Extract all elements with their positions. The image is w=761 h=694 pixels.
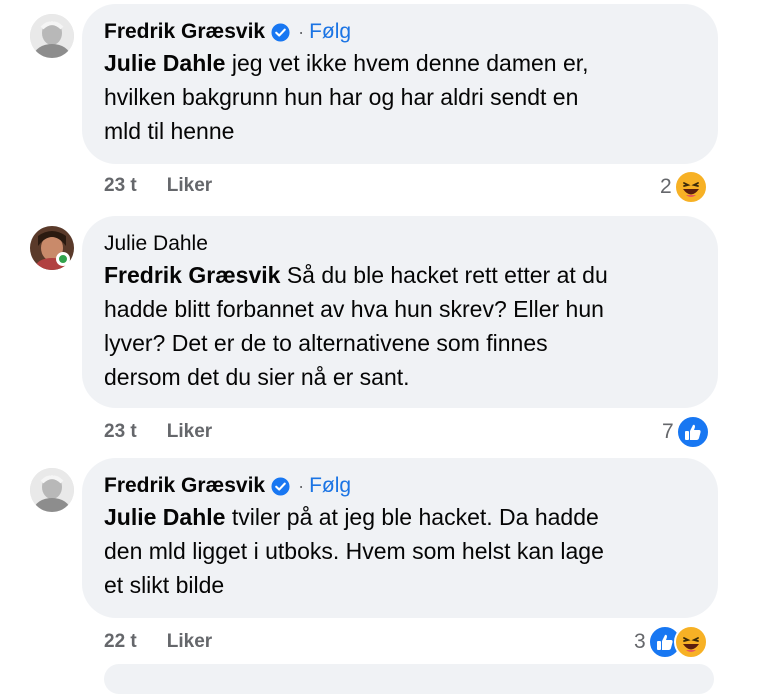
comment-text-line: Så du ble hacket rett etter at du [286,262,608,288]
comment-bubble: Fredrik Græsvik · Følg Julie Dahle tvile… [82,458,718,618]
comment-meta: 22 t Liker [104,631,212,653]
reaction-count: 2 [660,175,672,198]
comment-text-line: den mld ligget i utboks. Hvem som helst … [104,538,604,564]
like-button[interactable]: Liker [167,631,212,653]
comment-text-line: mld til henne [104,118,235,144]
comment-author[interactable]: Julie Dahle [104,230,208,258]
comment-text-line: jeg vet ikke hvem denne damen er, [231,50,589,76]
comment-bubble: Fredrik Græsvik · Følg Julie Dahle jeg v… [82,4,718,164]
comment-meta: 23 t Liker [104,175,212,197]
like-button[interactable]: Liker [167,421,212,443]
comment-timestamp[interactable]: 23 t [104,421,137,443]
comment-bubble: Julie Dahle Fredrik Græsvik Så du ble ha… [82,216,718,408]
reaction-summary[interactable]: 7 [662,415,710,449]
haha-icon [673,625,708,659]
mention-link[interactable]: Julie Dahle [104,50,225,76]
avatar[interactable] [30,14,74,58]
comment-meta: 23 t Liker [104,421,212,443]
follow-button[interactable]: Følg [309,18,351,46]
reaction-count: 3 [634,630,646,653]
mention-link[interactable]: Fredrik Græsvik [104,262,280,288]
comment-text-line: et slikt bilde [104,572,225,598]
comment-author[interactable]: Fredrik Græsvik [104,18,265,46]
reaction-count: 7 [662,420,674,443]
separator-dot: · [298,476,305,496]
avatar[interactable] [30,468,74,512]
comment-text-line: lyver? Det er de to alternativene som fi… [104,330,548,356]
comment-text-line: hadde blitt forbannet av hva hun skrev? … [104,296,604,322]
like-button[interactable]: Liker [167,175,212,197]
comment-text: Julie Dahle jeg vet ikke hvem denne dame… [104,46,696,148]
comment-text: Julie Dahle tviler på at jeg ble hacket.… [104,500,696,602]
haha-icon [673,170,708,204]
comment-timestamp[interactable]: 23 t [104,175,137,197]
next-comment-bubble [104,664,714,694]
reaction-summary[interactable]: 2 [660,170,708,204]
comment-author[interactable]: Fredrik Græsvik [104,472,265,500]
like-icon [675,415,710,449]
mention-link[interactable]: Julie Dahle [104,504,225,530]
reaction-summary[interactable]: 3 [634,625,708,659]
comment-text-line: hvilken bakgrunn hun har og har aldri se… [104,84,579,110]
comment-text-line: dersom det du sier nå er sant. [104,364,410,390]
comment-text-line: tviler på at jeg ble hacket. Da hadde [231,504,599,530]
comment-text: Fredrik Græsvik Så du ble hacket rett et… [104,258,696,394]
separator-dot: · [298,22,305,42]
comment-timestamp[interactable]: 22 t [104,631,137,653]
verified-badge-icon [271,22,290,42]
follow-button[interactable]: Følg [309,472,351,500]
online-status-indicator [56,252,70,266]
verified-badge-icon [271,476,290,496]
